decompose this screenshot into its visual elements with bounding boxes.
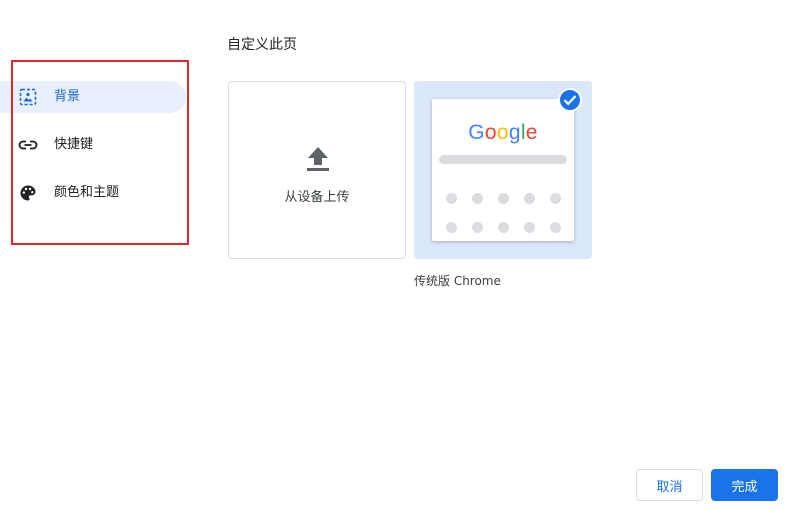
done-button[interactable]: 完成: [711, 469, 778, 501]
link-icon: [18, 136, 38, 154]
upload-from-device-tile[interactable]: 从设备上传: [228, 81, 406, 259]
sidebar-item-colors-themes[interactable]: 颜色和主题: [0, 177, 186, 209]
preview-shortcut-dot: [524, 222, 535, 233]
customize-page: 自定义此页 背景 快捷键 颜色和主题 从设备上传 Google 传统版 Chro…: [0, 0, 788, 510]
preview-shortcut-dot: [550, 222, 561, 233]
upload-icon: [306, 146, 330, 176]
preview-shortcut-dot: [524, 193, 535, 204]
check-icon: [558, 88, 582, 112]
classic-chrome-tile[interactable]: Google: [414, 81, 592, 259]
preview-shortcut-dot: [472, 222, 483, 233]
preview-shortcut-dot: [498, 222, 509, 233]
page-title: 自定义此页: [227, 37, 297, 53]
classic-chrome-preview: Google: [432, 99, 574, 241]
cancel-button[interactable]: 取消: [636, 469, 703, 501]
preview-shortcut-dot: [550, 193, 561, 204]
preview-search-bar: [439, 155, 567, 164]
classic-chrome-label: 传统版 Chrome: [414, 274, 501, 288]
preview-shortcut-dot: [472, 193, 483, 204]
sidebar: 背景 快捷键 颜色和主题: [0, 81, 188, 225]
sidebar-item-background[interactable]: 背景: [0, 81, 186, 113]
preview-shortcut-dot: [446, 193, 457, 204]
preview-shortcut-dot: [498, 193, 509, 204]
palette-icon: [18, 184, 38, 202]
google-logo: Google: [468, 121, 538, 144]
sidebar-item-label: 颜色和主题: [54, 185, 120, 200]
sidebar-item-shortcuts[interactable]: 快捷键: [0, 129, 186, 161]
sidebar-item-label: 快捷键: [54, 137, 94, 152]
background-image-icon: [18, 88, 38, 106]
preview-shortcut-dot: [446, 222, 457, 233]
upload-tile-label: 从设备上传: [284, 190, 350, 205]
sidebar-item-label: 背景: [54, 89, 81, 104]
